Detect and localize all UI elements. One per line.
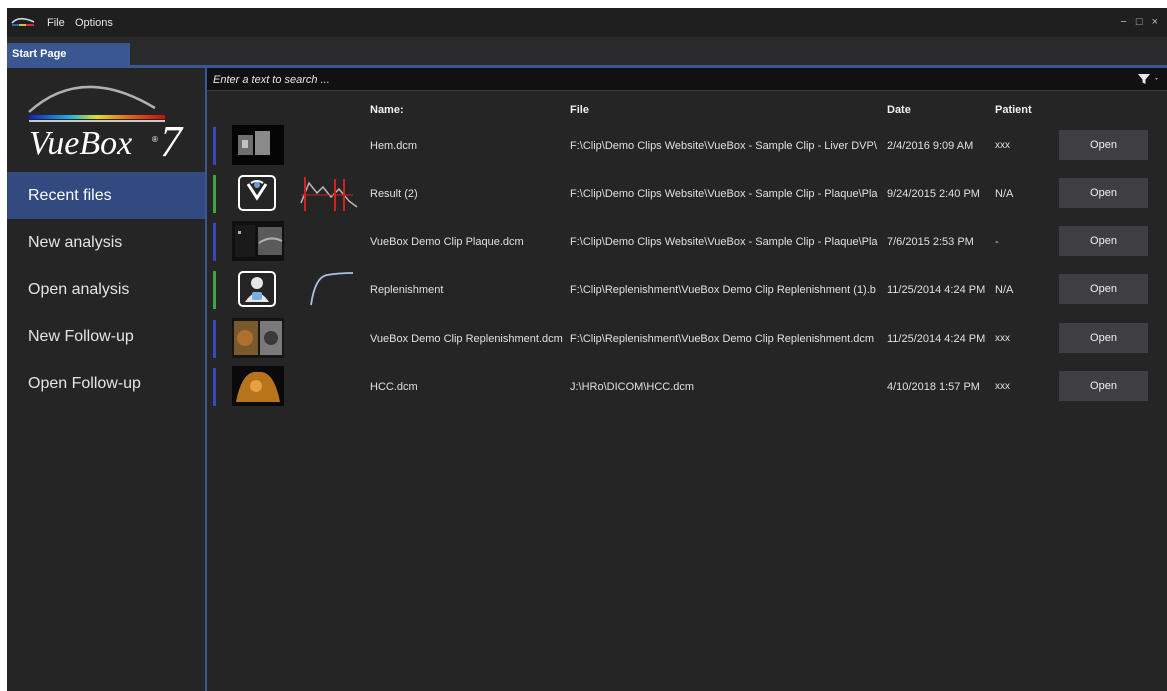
row-patient: xxx <box>995 333 1010 344</box>
open-button[interactable]: Open <box>1059 371 1148 401</box>
logo-version: 7 <box>160 117 184 164</box>
row-patient: - <box>995 236 999 248</box>
row-type-indicator <box>213 127 216 165</box>
window-controls[interactable]: − □ × <box>1120 16 1161 28</box>
analysis-person-icon <box>238 271 276 307</box>
app-window: File Options − □ × Start Page VueBox ® 7 <box>7 8 1167 691</box>
row-date: 11/25/2014 4:24 PM <box>887 284 986 296</box>
app-logo-icon <box>11 17 35 26</box>
row-name: Hem.dcm <box>370 140 418 152</box>
row-date: 2/4/2016 9:09 AM <box>887 140 974 152</box>
column-header-date[interactable]: Date <box>887 104 911 116</box>
column-header-name[interactable]: Name: <box>370 104 404 116</box>
row-name: Replenishment <box>370 284 444 296</box>
row-name: VueBox Demo Clip Plaque.dcm <box>370 236 524 248</box>
row-date: 7/6/2015 2:53 PM <box>887 236 974 248</box>
search-bar <box>207 68 1167 91</box>
table-row[interactable]: VueBox Demo Clip Replenishment.dcm F:\Cl… <box>207 316 1167 364</box>
clip-thumbnail <box>232 366 284 406</box>
row-type-indicator <box>213 320 216 358</box>
table-row[interactable]: HCC.dcm J:\HRo\DICOM\HCC.dcm 4/10/2018 1… <box>207 364 1167 412</box>
tab-start-page[interactable]: Start Page <box>7 43 130 65</box>
clip-thumbnail <box>232 221 284 261</box>
replenishment-curve-icon <box>310 272 354 306</box>
row-file: J:\HRo\DICOM\HCC.dcm <box>570 381 695 393</box>
column-header-file[interactable]: File <box>570 104 589 116</box>
table-row[interactable]: Hem.dcm F:\Clip\Demo Clips Website\VueBo… <box>207 123 1167 171</box>
sidebar-item-open-analysis[interactable]: Open analysis <box>7 266 205 313</box>
row-date: 11/25/2014 4:24 PM <box>887 333 986 345</box>
row-patient: N/A <box>995 188 1014 200</box>
logo-registered: ® <box>152 135 158 144</box>
sidebar-item-open-follow-up[interactable]: Open Follow-up <box>7 360 205 407</box>
row-file: F:\Clip\Demo Clips Website\VueBox - Samp… <box>570 188 878 200</box>
row-patient: N/A <box>995 284 1014 296</box>
menu-options[interactable]: Options <box>75 17 113 29</box>
sidebar-item-new-analysis[interactable]: New analysis <box>7 219 205 266</box>
clip-thumbnail <box>232 125 284 165</box>
row-type-indicator <box>213 223 216 261</box>
column-header-patient[interactable]: Patient <box>995 104 1032 116</box>
tic-curve-icon <box>300 177 358 211</box>
analysis-result-icon <box>238 175 276 211</box>
tab-strip: Start Page <box>7 37 1167 68</box>
row-type-indicator <box>213 368 216 406</box>
menu-file[interactable]: File <box>47 17 65 29</box>
open-button[interactable]: Open <box>1059 178 1148 208</box>
search-input[interactable] <box>211 70 1130 89</box>
row-patient: xxx <box>995 140 1010 151</box>
row-file: F:\Clip\Demo Clips Website\VueBox - Samp… <box>570 140 877 152</box>
sidebar-item-recent-files[interactable]: Recent files <box>7 172 205 219</box>
row-date: 9/24/2015 2:40 PM <box>887 188 980 200</box>
vuebox-logo: VueBox ® 7 <box>28 85 184 164</box>
open-button[interactable]: Open <box>1059 323 1148 353</box>
row-date: 4/10/2018 1:57 PM <box>887 381 980 393</box>
table-row[interactable]: Replenishment F:\Clip\Replenishment\VueB… <box>207 267 1167 315</box>
sidebar: VueBox ® 7 Recent files New analysis Ope… <box>7 68 207 691</box>
main-panel: Name: File Date Patient Hem.dcm F:\Clip\… <box>207 68 1167 691</box>
row-name: Result (2) <box>370 188 418 200</box>
open-button[interactable]: Open <box>1059 130 1148 160</box>
table-row[interactable]: Result (2) F:\Clip\Demo Clips Website\Vu… <box>207 171 1167 219</box>
logo-wordmark: VueBox <box>29 125 132 162</box>
row-file: F:\Clip\Replenishment\VueBox Demo Clip R… <box>570 333 875 345</box>
row-type-indicator <box>213 271 216 309</box>
open-button[interactable]: Open <box>1059 274 1148 304</box>
open-button[interactable]: Open <box>1059 226 1148 256</box>
sidebar-item-new-follow-up[interactable]: New Follow-up <box>7 313 205 360</box>
row-patient: xxx <box>995 381 1010 392</box>
clip-thumbnail <box>232 318 284 358</box>
row-file: F:\Clip\Replenishment\VueBox Demo Clip R… <box>570 284 876 296</box>
row-type-indicator <box>213 175 216 213</box>
table-row[interactable]: VueBox Demo Clip Plaque.dcm F:\Clip\Demo… <box>207 219 1167 267</box>
row-file: F:\Clip\Demo Clips Website\VueBox - Samp… <box>570 236 878 248</box>
row-name: VueBox Demo Clip Replenishment.dcm <box>370 333 563 345</box>
filter-icon[interactable] <box>1135 71 1163 87</box>
row-name: HCC.dcm <box>370 381 418 393</box>
title-bar: File Options − □ × <box>7 8 1167 37</box>
